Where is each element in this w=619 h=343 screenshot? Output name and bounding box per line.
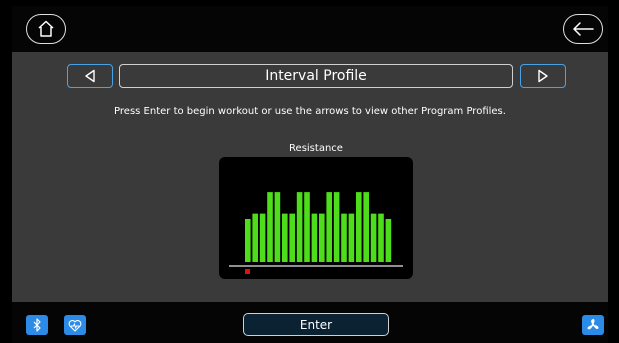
resistance-bar	[370, 213, 377, 262]
resistance-bar	[378, 213, 384, 262]
fan-icon	[587, 319, 599, 330]
triangle-left-icon	[85, 69, 95, 83]
resistance-bar	[304, 192, 310, 262]
resistance-bar	[252, 213, 258, 262]
resistance-bar	[341, 213, 347, 262]
back-arrow-icon	[573, 22, 594, 36]
home-button[interactable]	[26, 14, 66, 44]
next-profile-button[interactable]	[520, 64, 566, 88]
resistance-bar	[385, 219, 392, 262]
resistance-bar	[326, 192, 332, 262]
resistance-bar	[333, 192, 340, 262]
heart-rate-button[interactable]	[64, 315, 86, 335]
back-button[interactable]	[563, 14, 603, 44]
resistance-bar	[289, 213, 295, 262]
heart-rate-icon	[68, 319, 82, 332]
resistance-bar	[296, 192, 303, 262]
bluetooth-icon	[33, 318, 41, 332]
chart-ylabel: Resistance	[289, 143, 343, 154]
current-segment-marker	[245, 269, 250, 274]
resistance-bar	[245, 219, 251, 262]
home-icon	[38, 20, 54, 37]
resistance-bar	[363, 192, 369, 262]
resistance-bar	[311, 213, 318, 262]
resistance-chart	[219, 157, 413, 279]
resistance-bar	[274, 192, 281, 262]
resistance-bar	[319, 213, 325, 262]
top-bar	[12, 6, 608, 52]
bluetooth-button[interactable]	[26, 315, 48, 335]
resistance-bar	[348, 213, 355, 262]
triangle-right-icon	[538, 69, 548, 83]
enter-button[interactable]: Enter	[243, 313, 389, 336]
resistance-bar	[259, 213, 266, 262]
fan-button[interactable]	[582, 315, 604, 335]
profile-title: Interval Profile	[119, 64, 513, 88]
resistance-bar	[356, 192, 362, 262]
previous-profile-button[interactable]	[67, 64, 113, 88]
instruction-text: Press Enter to begin workout or use the …	[114, 106, 506, 117]
resistance-chart-svg	[229, 192, 403, 274]
resistance-bar	[282, 213, 288, 262]
resistance-bar	[267, 192, 273, 262]
